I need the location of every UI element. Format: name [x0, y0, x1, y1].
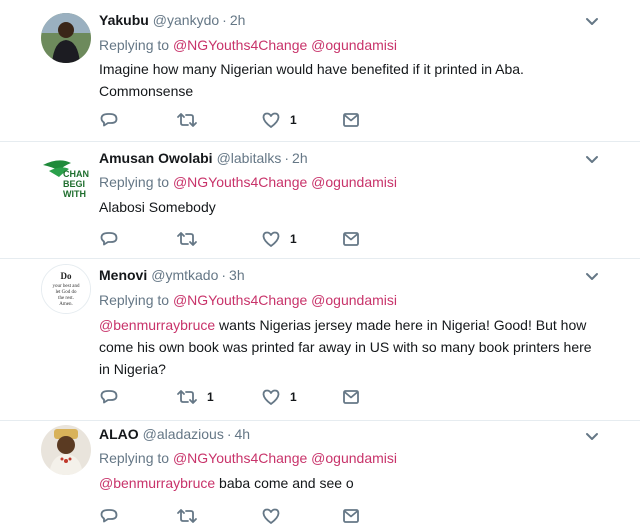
separator-dot: · — [284, 150, 290, 166]
mention-link[interactable]: @benmurraybruce — [99, 317, 215, 333]
mention-link[interactable]: @NGYouths4Change — [173, 174, 307, 190]
tweet-header: Amusan Owolabi @labitalks · 2h — [99, 148, 308, 168]
avatar-logo-text: WITH — [63, 189, 86, 199]
display-name[interactable]: ALAO — [99, 426, 139, 442]
user-handle[interactable]: @ymtkado — [151, 267, 218, 283]
display-name[interactable]: Amusan Owolabi — [99, 150, 213, 166]
user-handle[interactable]: @labitalks — [217, 150, 282, 166]
tweet-text: @benmurraybruce wants Nigerias jersey ma… — [99, 317, 592, 377]
separator-dot: · — [226, 426, 232, 442]
tweet[interactable]: ALAO @aladazious · 4h Replying to @NGYouths… — [0, 421, 640, 531]
reply-icon — [100, 232, 118, 246]
retweet-icon — [177, 113, 197, 127]
like-button[interactable]: 1 — [261, 386, 297, 408]
mention-link[interactable]: @ogundamisi — [311, 37, 397, 53]
direct-message-icon — [343, 509, 359, 523]
display-name[interactable]: Yakubu — [99, 12, 149, 28]
like-button[interactable] — [261, 505, 290, 527]
reply-icon — [100, 390, 118, 404]
tweet[interactable]: Do your best and let God do the rest. Am… — [0, 259, 640, 421]
like-icon — [262, 508, 280, 524]
direct-message-button[interactable] — [342, 109, 360, 131]
reply-button[interactable] — [99, 505, 119, 527]
retweet-button[interactable] — [176, 505, 207, 527]
tweet-header: Yakubu @yankydo · 2h — [99, 10, 245, 30]
avatar[interactable]: Do your best and let God do the rest. Am… — [41, 264, 91, 314]
like-icon — [262, 389, 280, 405]
direct-message-button[interactable] — [342, 228, 360, 250]
direct-message-icon — [343, 113, 359, 127]
tweet-feed: Yakubu @yankydo · 2h Replying to @NGYouths4… — [0, 0, 640, 531]
tweet-actions: 1 — [99, 228, 379, 250]
tweet-actions — [99, 505, 379, 527]
retweet-icon — [177, 390, 197, 404]
chevron-down-icon[interactable] — [583, 427, 601, 445]
chevron-down-icon[interactable] — [583, 150, 601, 168]
like-count: 1 — [290, 390, 297, 404]
mention-link[interactable]: @NGYouths4Change — [173, 292, 307, 308]
replying-to: Replying to @NGYouths4Change @ogundamisi — [99, 37, 397, 53]
replying-to: Replying to @NGYouths4Change @ogundamisi — [99, 292, 397, 308]
like-button[interactable]: 1 — [261, 228, 297, 250]
mention-link[interactable]: @ogundamisi — [311, 292, 397, 308]
like-button[interactable]: 1 — [261, 109, 297, 131]
tweet-actions: 1 — [99, 109, 379, 131]
timestamp[interactable]: 2h — [230, 12, 246, 28]
avatar-logo-text: BEGI — [63, 179, 85, 189]
retweet-icon — [177, 509, 197, 523]
reply-button[interactable] — [99, 109, 119, 131]
retweet-button[interactable] — [176, 109, 207, 131]
mention-link[interactable]: @NGYouths4Change — [173, 450, 307, 466]
reply-icon — [100, 113, 118, 127]
direct-message-button[interactable] — [342, 505, 360, 527]
retweet-button[interactable]: 1 — [176, 386, 214, 408]
direct-message-icon — [343, 232, 359, 246]
reply-icon — [100, 509, 118, 523]
avatar-quote-text: the rest. — [58, 296, 74, 301]
tweet-actions: 1 1 — [99, 386, 379, 408]
avatar-quote-text: Do — [61, 271, 72, 281]
user-handle[interactable]: @yankydo — [153, 12, 219, 28]
tweet-header: Menovi @ymtkado · 3h — [99, 265, 245, 285]
like-count: 1 — [290, 113, 297, 127]
retweet-icon — [177, 232, 197, 246]
avatar-logo-text: CHAN — [63, 169, 89, 179]
direct-message-button[interactable] — [342, 386, 360, 408]
tweet-header: ALAO @aladazious · 4h — [99, 424, 250, 444]
timestamp[interactable]: 3h — [229, 267, 245, 283]
separator-dot: · — [221, 267, 227, 283]
like-count: 1 — [290, 232, 297, 246]
display-name[interactable]: Menovi — [99, 267, 147, 283]
retweet-button[interactable] — [176, 228, 207, 250]
tweet[interactable]: CHAN BEGI WITH Amusan Owolabi @labitalks ·… — [0, 142, 640, 259]
mention-link[interactable]: @ogundamisi — [311, 450, 397, 466]
avatar[interactable] — [41, 13, 91, 63]
avatar[interactable] — [41, 425, 91, 475]
direct-message-icon — [343, 390, 359, 404]
mention-link[interactable]: @NGYouths4Change — [173, 37, 307, 53]
avatar[interactable]: CHAN BEGI WITH — [41, 153, 91, 203]
chevron-down-icon[interactable] — [583, 12, 601, 30]
avatar-quote-text: your best and — [53, 284, 80, 289]
avatar-quote-text: Amen. — [59, 302, 72, 307]
tweet-text: @benmurraybruce baba come and see o — [99, 475, 354, 491]
replying-to: Replying to @NGYouths4Change @ogundamisi — [99, 174, 397, 190]
separator-dot: · — [222, 12, 227, 28]
avatar-quote-text: let God do — [55, 290, 77, 295]
tweet-text: Alabosi Somebody — [99, 199, 216, 215]
like-icon — [262, 112, 280, 128]
reply-button[interactable] — [99, 386, 119, 408]
tweet[interactable]: Yakubu @yankydo · 2h Replying to @NGYouths4… — [0, 0, 640, 141]
mention-link[interactable]: @benmurraybruce — [99, 475, 215, 491]
like-icon — [262, 231, 280, 247]
reply-button[interactable] — [99, 228, 119, 250]
chevron-down-icon[interactable] — [583, 267, 601, 285]
user-handle[interactable]: @aladazious — [143, 426, 224, 442]
replying-to: Replying to @NGYouths4Change @ogundamisi — [99, 450, 397, 466]
mention-link[interactable]: @ogundamisi — [311, 174, 397, 190]
tweet-text: Imagine how many Nigerian would have ben… — [99, 61, 524, 99]
timestamp[interactable]: 2h — [292, 150, 308, 166]
retweet-count: 1 — [207, 390, 214, 404]
timestamp[interactable]: 4h — [235, 426, 251, 442]
